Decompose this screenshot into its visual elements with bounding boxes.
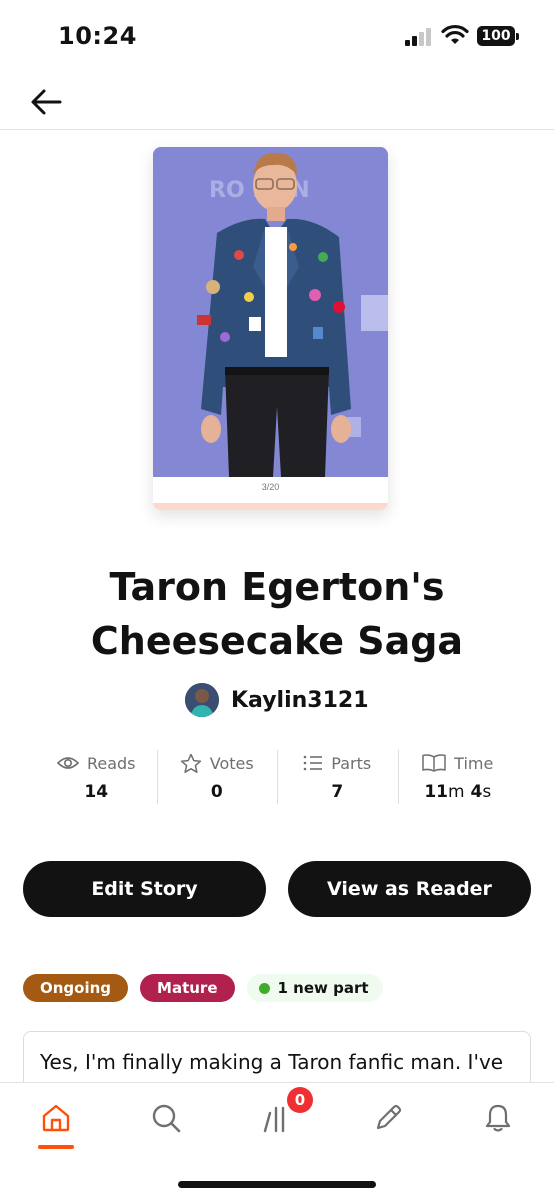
- active-tab-indicator: [38, 1145, 74, 1149]
- stat-time-value: 11m 4s: [424, 782, 492, 802]
- story-title: Taron Egerton's Cheesecake Saga: [0, 560, 554, 668]
- tab-notifications[interactable]: [466, 1095, 530, 1141]
- list-icon: [303, 755, 323, 771]
- story-title-line2: Cheesecake Saga: [90, 619, 464, 663]
- tab-search[interactable]: [134, 1095, 198, 1141]
- story-cover[interactable]: RO MAN: [153, 147, 388, 510]
- author-name: Kaylin3121: [231, 687, 369, 713]
- tab-home[interactable]: [24, 1095, 88, 1141]
- cover-accent-strip: [153, 503, 388, 510]
- search-icon: [152, 1104, 181, 1133]
- cover-page-indicator: 3/20: [153, 477, 388, 503]
- pencil-icon: [376, 1104, 402, 1130]
- mature-badge: Mature: [140, 974, 235, 1002]
- tab-write[interactable]: [356, 1095, 420, 1141]
- stat-parts-label: Parts: [331, 753, 372, 773]
- author-avatar: [185, 683, 219, 717]
- stat-time: Time 11m 4s: [397, 750, 519, 806]
- story-tags: Ongoing Mature 1 new part: [23, 974, 395, 1002]
- stat-reads-value: 14: [84, 782, 109, 802]
- story-title-line1: Taron Egerton's: [109, 565, 445, 609]
- stat-votes: Votes 0: [156, 750, 278, 806]
- story-stats: Reads 14 Votes 0 Parts 7 Time 11m 4s: [36, 750, 518, 806]
- back-button[interactable]: [24, 80, 68, 124]
- new-part-label: 1 new part: [277, 979, 369, 997]
- status-bar: 10:24 100: [0, 0, 554, 72]
- new-part-dot-icon: [258, 982, 270, 994]
- library-notification-badge: 0: [287, 1087, 313, 1113]
- top-nav-bar: [0, 72, 554, 130]
- cellular-signal-icon: [405, 28, 433, 46]
- stat-time-label: Time: [454, 753, 494, 773]
- stat-votes-label: Votes: [209, 753, 254, 773]
- battery-indicator: 100: [477, 26, 519, 46]
- edit-story-button[interactable]: Edit Story: [23, 861, 266, 917]
- star-icon: [180, 753, 201, 773]
- stat-parts-value: 7: [331, 782, 344, 802]
- view-as-reader-button[interactable]: View as Reader: [288, 861, 531, 917]
- book-icon: [422, 754, 446, 772]
- author-link[interactable]: Kaylin3121: [185, 682, 369, 718]
- ongoing-badge: Ongoing: [23, 974, 129, 1002]
- wifi-icon: [441, 24, 469, 44]
- stat-votes-value: 0: [210, 782, 223, 802]
- stat-reads-label: Reads: [86, 753, 136, 773]
- new-part-badge: 1 new part: [246, 974, 383, 1002]
- stat-parts: Parts 7: [277, 750, 398, 806]
- bell-icon: [485, 1104, 511, 1132]
- status-time: 10:24: [58, 22, 137, 50]
- home-indicator: [178, 1181, 376, 1188]
- cover-image: RO MAN: [153, 147, 388, 477]
- arrow-left-icon: [31, 89, 62, 115]
- home-icon: [42, 1104, 70, 1132]
- eye-icon: [56, 757, 79, 769]
- stat-reads: Reads 14: [36, 750, 157, 806]
